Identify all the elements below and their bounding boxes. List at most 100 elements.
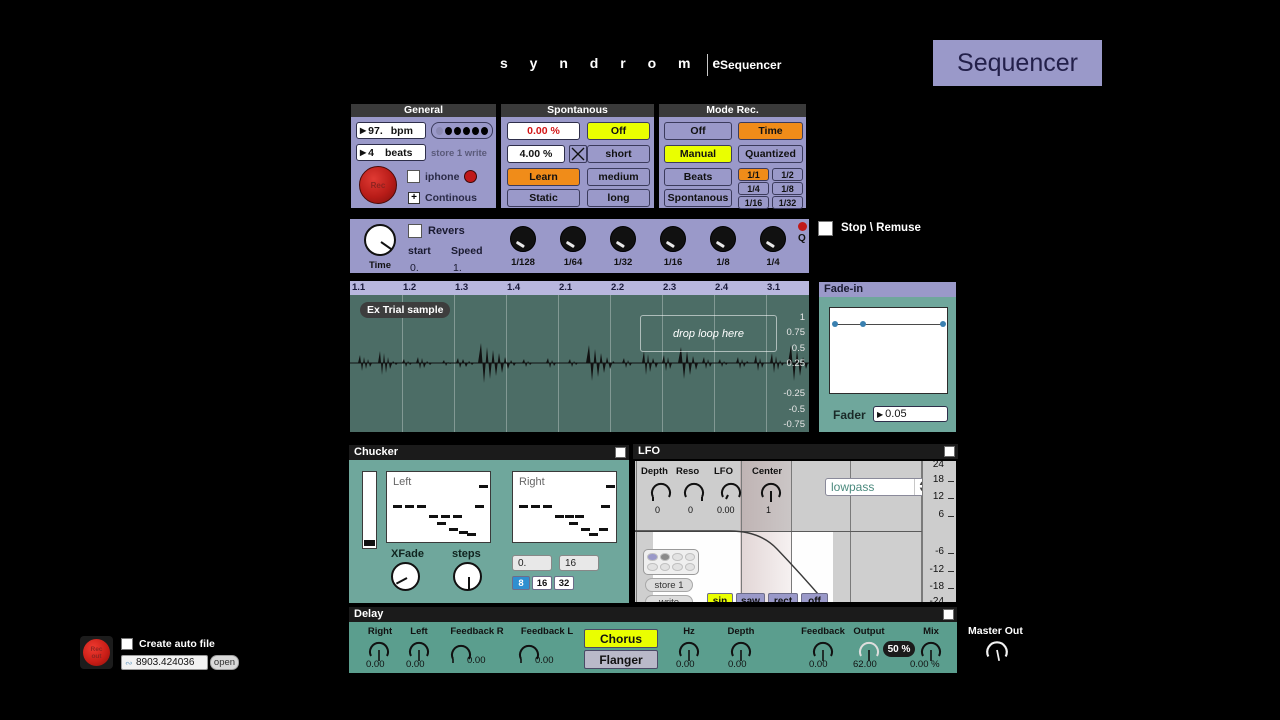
bpm-field[interactable]: ▶ 97. bpm <box>356 122 426 139</box>
static-button[interactable]: Static <box>507 189 580 207</box>
chucker-left-graph[interactable]: Left <box>386 471 491 543</box>
duration-long-button[interactable]: long <box>587 189 650 207</box>
mode-off-button[interactable]: Off <box>664 122 732 140</box>
division-knob-1-4[interactable] <box>760 226 786 252</box>
division-knob-1-8[interactable] <box>710 226 736 252</box>
preset-cell[interactable] <box>659 553 670 561</box>
bar-ruler[interactable]: 1.1 1.2 1.3 1.4 2.1 2.2 2.3 2.4 3.1 <box>350 281 809 295</box>
start-value[interactable]: 0. <box>410 262 419 274</box>
file-name-field[interactable]: ∾ 8903.424036 <box>121 655 208 670</box>
knob-indicator <box>566 240 575 248</box>
lfo-wave-sin-button[interactable]: sin <box>707 593 733 602</box>
time-knob-label: Time <box>368 260 391 271</box>
division-1-8-button[interactable]: 1/8 <box>772 182 803 195</box>
preset-cell[interactable] <box>672 563 683 571</box>
duration-short-button[interactable]: short <box>587 145 650 163</box>
mode-spontanous-button[interactable]: Spontanous <box>664 189 732 207</box>
division-1-4-button[interactable]: 1/4 <box>738 182 769 195</box>
preset-cell[interactable] <box>647 553 658 561</box>
lfo-wave-off-button[interactable]: off <box>801 593 828 602</box>
lfo-wave-saw-button[interactable]: saw <box>736 593 765 602</box>
sequencer-badge[interactable]: Sequencer <box>933 40 1102 86</box>
chucker-right-graph[interactable]: Right <box>512 471 617 543</box>
xfade-knob[interactable] <box>391 562 420 591</box>
rec-button[interactable]: Rec <box>359 166 397 204</box>
iphone-checkbox[interactable] <box>407 170 420 183</box>
preset-matrix[interactable] <box>643 549 699 575</box>
sample-name-chip[interactable]: Ex Trial sample <box>360 302 451 318</box>
delay-feedback-value: 0.00 <box>809 659 828 670</box>
beats-field[interactable]: ▶ 4 beats <box>356 144 426 161</box>
db-label: 24 <box>932 461 944 470</box>
preset-cell[interactable] <box>672 553 683 561</box>
chucker-num-b-field[interactable]: 16 <box>559 555 599 571</box>
slider-handle[interactable] <box>364 540 375 546</box>
duration-off-button[interactable]: Off <box>587 122 650 140</box>
mix-percent-badge[interactable]: 50 % <box>883 641 915 657</box>
quantized-button[interactable]: Quantized <box>738 145 803 163</box>
start-label: start <box>408 245 431 257</box>
flanger-button[interactable]: Flanger <box>584 650 658 669</box>
fade-in-graph[interactable] <box>829 307 948 394</box>
chucker-steps-8-button[interactable]: 8 <box>512 576 530 590</box>
fade-node[interactable] <box>860 321 866 327</box>
division-1-32-button[interactable]: 1/32 <box>772 196 803 209</box>
master-out-knob[interactable] <box>984 637 1010 663</box>
lfo-enable-checkbox[interactable] <box>944 446 955 457</box>
preset-cell[interactable] <box>647 563 658 571</box>
division-knob-1-64[interactable] <box>560 226 586 252</box>
preset-cell[interactable] <box>684 553 695 561</box>
lfo-filter-display[interactable]: Depth 0 Reso 0 LFO 0.00 Center 1 lowpass… <box>635 461 956 602</box>
filter-type-select[interactable]: lowpass ▲ ▼ <box>825 478 929 496</box>
db-tick <box>948 588 954 589</box>
division-knob-1-128[interactable] <box>510 226 536 252</box>
waveform-display[interactable]: Ex Trial sample drop loop here 1 0.75 0.… <box>350 295 809 432</box>
drop-loop-zone[interactable]: drop loop here <box>640 315 777 352</box>
division-1-16-button[interactable]: 1/16 <box>738 196 769 209</box>
create-auto-file-checkbox[interactable] <box>121 638 133 650</box>
chucker-steps-32-button[interactable]: 32 <box>554 576 574 590</box>
continous-expand-button[interactable]: + <box>408 192 420 204</box>
fade-node[interactable] <box>832 321 838 327</box>
division-1-1-button[interactable]: 1/1 <box>738 168 769 181</box>
revers-checkbox[interactable] <box>408 224 422 238</box>
beats-unit: beats <box>385 146 413 159</box>
step-bar <box>599 528 608 531</box>
duration-medium-button[interactable]: medium <box>587 168 650 186</box>
delay-enable-checkbox[interactable] <box>943 609 954 620</box>
spontanous-percent-bottom[interactable]: 4.00 % <box>507 145 565 163</box>
chucker-level-slider[interactable] <box>362 471 377 549</box>
clear-x-icon[interactable] <box>569 145 587 163</box>
speed-value[interactable]: 1. <box>453 262 462 274</box>
rec-out-button[interactable]: Rec out <box>80 636 113 669</box>
chucker-steps-16-button[interactable]: 16 <box>532 576 552 590</box>
knob-indicator <box>716 240 725 248</box>
spontanous-percent-top[interactable]: 0.00 % <box>507 122 580 140</box>
chorus-button[interactable]: Chorus <box>584 629 658 648</box>
chucker-enable-checkbox[interactable] <box>615 447 626 458</box>
time-button[interactable]: Time <box>738 122 803 140</box>
fade-node[interactable] <box>940 321 946 327</box>
time-knob-indicator <box>380 241 393 251</box>
division-1-2-button[interactable]: 1/2 <box>772 168 803 181</box>
fader-value-field[interactable]: ▶ 0.05 <box>873 406 948 422</box>
lfo-store-button[interactable]: store 1 <box>645 578 693 592</box>
division-knob-1-16[interactable] <box>660 226 686 252</box>
chucker-num-a-field[interactable]: 0. <box>512 555 552 571</box>
stop-remuse-checkbox[interactable] <box>818 221 833 236</box>
preset-cell[interactable] <box>684 563 695 571</box>
steps-knob[interactable] <box>453 562 482 591</box>
lfo-wave-rect-button[interactable]: rect <box>768 593 798 602</box>
delay-feedback-r-value: 0.00 <box>467 655 486 666</box>
mode-beats-button[interactable]: Beats <box>664 168 732 186</box>
filter-type-value: lowpass <box>831 480 875 494</box>
division-knob-1-32[interactable] <box>610 226 636 252</box>
time-knob[interactable] <box>364 224 396 256</box>
beat-indicator-dots[interactable] <box>431 122 493 139</box>
preset-cell[interactable] <box>659 563 670 571</box>
mode-manual-button[interactable]: Manual <box>664 145 732 163</box>
learn-button[interactable]: Learn <box>507 168 580 186</box>
lfo-write-button[interactable]: write <box>645 595 693 602</box>
ruler-tick: 1.3 <box>455 282 469 293</box>
open-file-button[interactable]: open <box>210 655 239 670</box>
